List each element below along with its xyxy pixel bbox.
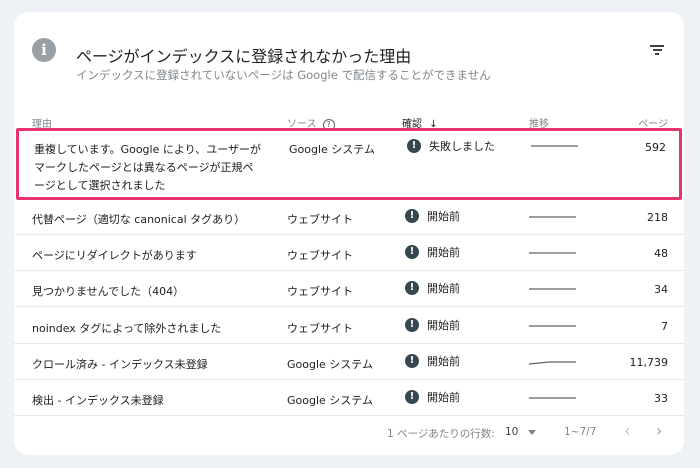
validation-cell: ! 開始前 (405, 353, 460, 369)
table-row[interactable]: noindex タグによって除外されました ウェブサイト ! 開始前 7 (14, 308, 684, 344)
alert-icon: ! (405, 318, 419, 332)
validation-cell: ! 開始前 (405, 389, 460, 405)
pages-cell: 48 (654, 247, 668, 260)
validation-status: 開始前 (427, 210, 460, 223)
validation-cell: ! 開始前 (405, 317, 460, 333)
validation-status: 開始前 (427, 319, 460, 332)
trend-sparkline (529, 288, 576, 290)
source-cell: ウェブサイト (287, 322, 353, 335)
rows-per-page-label: 1 ページあたりの行数: (387, 428, 495, 440)
alert-icon: ! (405, 281, 419, 295)
pages-cell: 7 (661, 320, 668, 333)
rows-per-page-select[interactable]: 10 (505, 426, 537, 438)
pages-cell: 592 (645, 141, 666, 154)
next-page-button[interactable]: › (656, 421, 662, 440)
trend-sparkline (531, 145, 578, 147)
reason-cell: noindex タグによって除外されました (32, 322, 222, 335)
pages-cell: 33 (654, 392, 668, 405)
info-icon: i (32, 38, 56, 62)
table-row[interactable]: 見つかりませんでした（404） ウェブサイト ! 開始前 34 (14, 271, 684, 307)
validation-status: 開始前 (427, 246, 460, 259)
card-subtitle: インデックスに登録されていないページは Google で配信することができません (76, 68, 491, 82)
source-cell: ウェブサイト (287, 249, 353, 262)
alert-icon: ! (405, 390, 419, 404)
reason-cell: 代替ページ（適切な canonical タグあり） (32, 213, 246, 226)
source-cell: Google システム (287, 394, 373, 407)
trend-sparkline (529, 252, 576, 254)
filter-icon[interactable] (650, 45, 664, 57)
reason-cell: 重複しています。Google により、ユーザーがマークしたページとは異なるページ… (34, 143, 261, 192)
alert-icon: ! (405, 354, 419, 368)
reason-cell: ページにリダイレクトがあります (32, 249, 197, 262)
rows-per-page-value: 10 (505, 426, 519, 438)
pages-cell: 218 (647, 211, 668, 224)
table-row[interactable]: 検出 - インデックス未登録 Google システム ! 開始前 33 (14, 380, 684, 416)
prev-page-button[interactable]: ‹ (624, 421, 630, 440)
validation-status: 開始前 (427, 282, 460, 295)
reason-cell: 見つかりませんでした（404） (32, 285, 185, 298)
dropdown-arrow-icon (528, 429, 537, 435)
reason-cell: 検出 - インデックス未登録 (32, 394, 164, 407)
alert-icon: ! (405, 209, 419, 223)
validation-status: 失敗しました (429, 140, 495, 153)
trend-sparkline (529, 325, 576, 327)
source-cell: ウェブサイト (287, 285, 353, 298)
table-row[interactable]: クロール済み - インデックス未登録 Google システム ! 開始前 11,7… (14, 344, 684, 380)
reason-cell: クロール済み - インデックス未登録 (32, 358, 208, 371)
alert-icon: ! (405, 245, 419, 259)
table-row[interactable]: ページにリダイレクトがあります ウェブサイト ! 開始前 48 (14, 235, 684, 271)
source-cell: ウェブサイト (287, 213, 353, 226)
validation-cell: ! 開始前 (405, 280, 460, 296)
trend-sparkline (529, 397, 576, 399)
pagination-range: 1~7/7 (564, 426, 597, 438)
trend-sparkline (529, 361, 576, 365)
validation-cell: ! 開始前 (405, 244, 460, 260)
validation-cell: ! 開始前 (405, 208, 460, 224)
card-title: ページがインデックスに登録されなかった理由 (76, 47, 412, 66)
not-indexed-reasons-card: i ページがインデックスに登録されなかった理由 インデックスに登録されていないペ… (14, 12, 684, 455)
validation-cell: ! 失敗しました (407, 138, 495, 154)
pages-cell: 34 (654, 283, 668, 296)
alert-icon: ! (407, 139, 421, 153)
trend-sparkline (529, 216, 576, 218)
validation-status: 開始前 (427, 355, 460, 368)
validation-status: 開始前 (427, 391, 460, 404)
table-row[interactable]: 重複しています。Google により、ユーザーがマークしたページとは異なるページ… (16, 128, 682, 200)
source-cell: Google システム (289, 143, 375, 156)
table-row[interactable]: 代替ページ（適切な canonical タグあり） ウェブサイト ! 開始前 21… (14, 199, 684, 235)
source-cell: Google システム (287, 358, 373, 371)
pages-cell: 11,739 (629, 356, 669, 369)
